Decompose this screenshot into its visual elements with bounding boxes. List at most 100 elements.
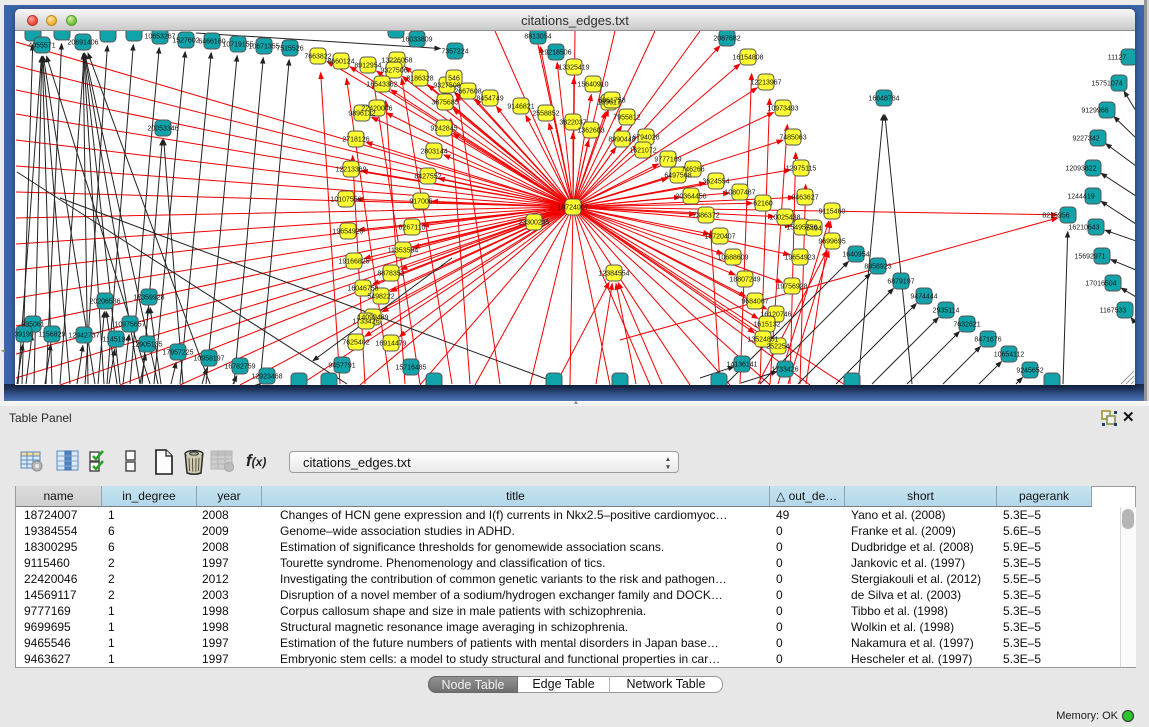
svg-text:5498222: 5498222	[367, 294, 394, 301]
svg-text:1615132: 1615132	[753, 322, 780, 329]
svg-text:3624554: 3624554	[702, 179, 729, 186]
svg-text:935061: 935061	[21, 322, 44, 329]
svg-text:7625402: 7625402	[342, 340, 369, 347]
svg-text:8471676: 8471676	[974, 337, 1001, 344]
svg-text:8958923: 8958923	[864, 264, 891, 271]
svg-text:7386372: 7386372	[692, 213, 719, 220]
svg-text:20053346: 20053346	[147, 126, 178, 133]
svg-text:2803144: 2803144	[420, 149, 447, 156]
svg-text:8660124: 8660124	[327, 59, 354, 66]
svg-text:1244419: 1244419	[1067, 194, 1094, 201]
svg-text:10975657: 10975657	[114, 322, 145, 329]
svg-text:12384554: 12384554	[598, 271, 629, 278]
svg-text:4055571: 4055571	[28, 43, 55, 50]
svg-text:39199: 39199	[15, 332, 34, 339]
svg-text:9242845: 9242845	[430, 126, 457, 133]
svg-text:16120746: 16120746	[760, 312, 791, 319]
svg-text:8454749: 8454749	[476, 96, 503, 103]
svg-text:8215956: 8215956	[1042, 213, 1069, 220]
svg-text:9245652: 9245652	[1016, 368, 1043, 375]
svg-text:10654112: 10654112	[994, 352, 1025, 359]
svg-text:2718126: 2718126	[342, 137, 369, 144]
svg-text:8427552: 8427552	[414, 174, 441, 181]
svg-text:16154808: 16154808	[732, 55, 763, 62]
svg-text:7357224: 7357224	[441, 49, 468, 56]
svg-text:16914479: 16914479	[375, 341, 406, 348]
svg-text:1621072: 1621072	[629, 148, 656, 155]
svg-text:12213967: 12213967	[750, 80, 781, 87]
svg-text:8878352: 8878352	[377, 271, 404, 278]
svg-text:15751074: 15751074	[1091, 81, 1122, 88]
svg-text:10653267: 10653267	[144, 34, 175, 41]
svg-text:15640910: 15640910	[577, 82, 608, 89]
svg-text:15692971: 15692971	[1074, 254, 1105, 261]
svg-text:1733426: 1733426	[352, 319, 379, 326]
svg-text:1733426: 1733426	[771, 367, 798, 374]
svg-text:16046758: 16046758	[347, 286, 378, 293]
svg-text:9146821: 9146821	[507, 104, 534, 111]
svg-text:10958197: 10958197	[193, 356, 224, 363]
svg-text:19654923: 19654923	[784, 255, 815, 262]
svg-text:10025438: 10025438	[769, 215, 800, 222]
svg-text:9699695: 9699695	[818, 239, 845, 246]
svg-text:15720407: 15720407	[704, 234, 735, 241]
svg-text:9129966: 9129966	[1081, 108, 1108, 115]
svg-text:1145194: 1145194	[103, 337, 130, 344]
svg-text:252254: 252254	[766, 344, 789, 351]
svg-text:10807487: 10807487	[724, 190, 755, 197]
svg-text:20691406: 20691406	[67, 40, 98, 47]
svg-text:16648784: 16648784	[868, 96, 899, 103]
svg-text:10671355: 10671355	[248, 44, 279, 51]
svg-text:12093822: 12093822	[1065, 166, 1096, 173]
svg-text:546: 546	[448, 76, 460, 83]
svg-text:9457791: 9457791	[328, 363, 355, 370]
svg-text:7955812: 7955812	[613, 115, 640, 122]
svg-text:17016504: 17016504	[1085, 281, 1116, 288]
svg-text:20206536: 20206536	[89, 299, 120, 306]
svg-text:8186328: 8186328	[406, 76, 433, 83]
svg-text:5494: 5494	[806, 226, 822, 233]
svg-text:18807249: 18807249	[729, 277, 760, 284]
svg-text:16782759: 16782759	[224, 364, 255, 371]
svg-text:2087682: 2087682	[713, 36, 740, 43]
svg-text:6794028: 6794028	[632, 135, 659, 142]
svg-text:19218506: 19218506	[540, 50, 571, 57]
svg-text:6961758: 6961758	[598, 98, 625, 105]
svg-text:8912954: 8912954	[354, 63, 381, 70]
svg-text:917006: 917006	[409, 199, 432, 206]
svg-text:8813054: 8813054	[524, 34, 551, 41]
svg-text:13325419: 13325419	[558, 65, 589, 72]
svg-text:6879197: 6879197	[887, 279, 914, 286]
svg-text:9474444: 9474444	[910, 294, 937, 301]
svg-text:7515526: 7515526	[276, 46, 303, 53]
svg-text:16210643: 16210643	[1068, 225, 1099, 232]
svg-text:1167533: 1167533	[1100, 308, 1127, 315]
svg-text:2935114: 2935114	[933, 308, 960, 315]
svg-text:1640954: 1640954	[842, 252, 869, 259]
svg-text:1527602: 1527602	[172, 38, 199, 45]
svg-text:9115460: 9115460	[819, 209, 846, 216]
svg-text:9327506: 9327506	[380, 68, 407, 75]
svg-text:3822037: 3822037	[559, 120, 586, 127]
svg-text:9777169: 9777169	[654, 157, 681, 164]
svg-text:6497568: 6497568	[664, 173, 691, 180]
svg-text:10107556: 10107556	[330, 197, 361, 204]
svg-text:14136141: 14136141	[726, 362, 757, 369]
svg-text:12975115: 12975115	[786, 166, 817, 173]
svg-text:2558852: 2558852	[532, 111, 559, 118]
svg-text:7485063: 7485063	[779, 135, 806, 142]
svg-text:13524851: 13524851	[747, 337, 778, 344]
svg-text:12923468: 12923468	[251, 374, 282, 381]
svg-text:12942737: 12942737	[68, 333, 99, 340]
svg-text:62160: 62160	[753, 201, 773, 208]
svg-text:16543362: 16543362	[366, 82, 397, 89]
svg-text:11353594: 11353594	[388, 248, 419, 255]
svg-text:3875685: 3875685	[431, 100, 458, 107]
svg-text:23300235: 23300235	[518, 220, 549, 227]
svg-text:1156829: 1156829	[39, 332, 66, 339]
svg-text:2667608: 2667608	[454, 89, 481, 96]
svg-text:9463627: 9463627	[791, 195, 818, 202]
svg-text:17957225: 17957225	[162, 350, 193, 357]
svg-text:8267110: 8267110	[399, 225, 426, 232]
svg-text:20364456: 20364456	[675, 194, 706, 201]
